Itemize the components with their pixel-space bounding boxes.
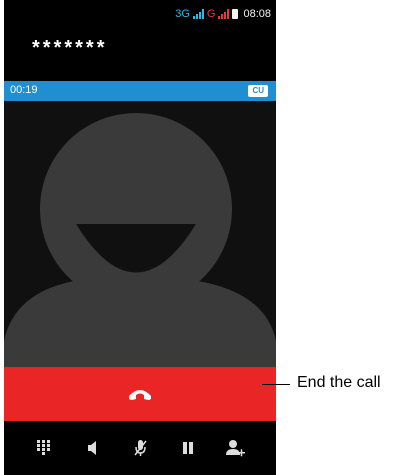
battery-icon [232,9,239,19]
dialpad-button[interactable] [29,433,59,463]
network-type-g: G [206,8,216,20]
hold-icon [183,442,193,454]
phone-screen: 3G G 08:08 ******* 00:19 CU [4,0,276,475]
signal-bars-icon [192,9,204,19]
network-type-3g: 3G [175,8,190,20]
phone-hangup-icon [129,390,151,400]
caller-header: ******* [4,28,276,81]
status-bar: 3G G 08:08 [4,0,276,28]
mute-button[interactable] [125,433,155,463]
caller-number: ******* [32,37,108,59]
end-call-callout-label: End the call [297,374,381,391]
add-call-button[interactable] [221,433,251,463]
mute-icon [134,440,147,456]
carrier-badge: CU [248,85,268,97]
add-call-icon [226,440,245,457]
speaker-button[interactable] [77,433,107,463]
hold-button[interactable] [173,433,203,463]
default-avatar-icon [4,113,276,367]
call-duration: 00:19 [10,84,38,96]
status-time: 08:08 [243,8,271,20]
end-call-button[interactable] [4,367,276,421]
speaker-icon [88,441,96,455]
dialpad-icon [37,440,50,455]
in-call-toolbar [4,421,276,475]
contact-photo [4,101,276,367]
callout-leader-line [262,384,290,385]
signal-bars-icon [218,9,230,19]
call-info-bar: 00:19 CU [4,81,276,101]
